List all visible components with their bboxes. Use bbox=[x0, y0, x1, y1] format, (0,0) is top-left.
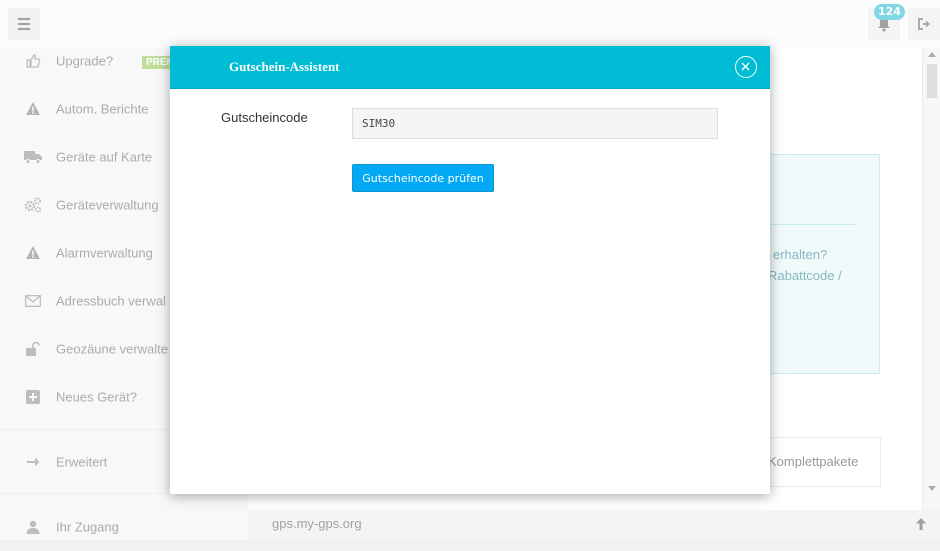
check-voucher-button[interactable]: Gutscheincode prüfen bbox=[352, 164, 494, 192]
voucher-code-label: Gutscheincode bbox=[221, 110, 308, 125]
voucher-code-input[interactable] bbox=[352, 108, 718, 139]
close-button[interactable] bbox=[735, 56, 757, 78]
modal-header: Gutschein-Assistent bbox=[170, 46, 770, 89]
voucher-modal: Gutschein-Assistent Gutscheincode Gutsch… bbox=[170, 46, 770, 494]
close-icon bbox=[741, 62, 750, 71]
modal-title: Gutschein-Assistent bbox=[229, 59, 340, 74]
